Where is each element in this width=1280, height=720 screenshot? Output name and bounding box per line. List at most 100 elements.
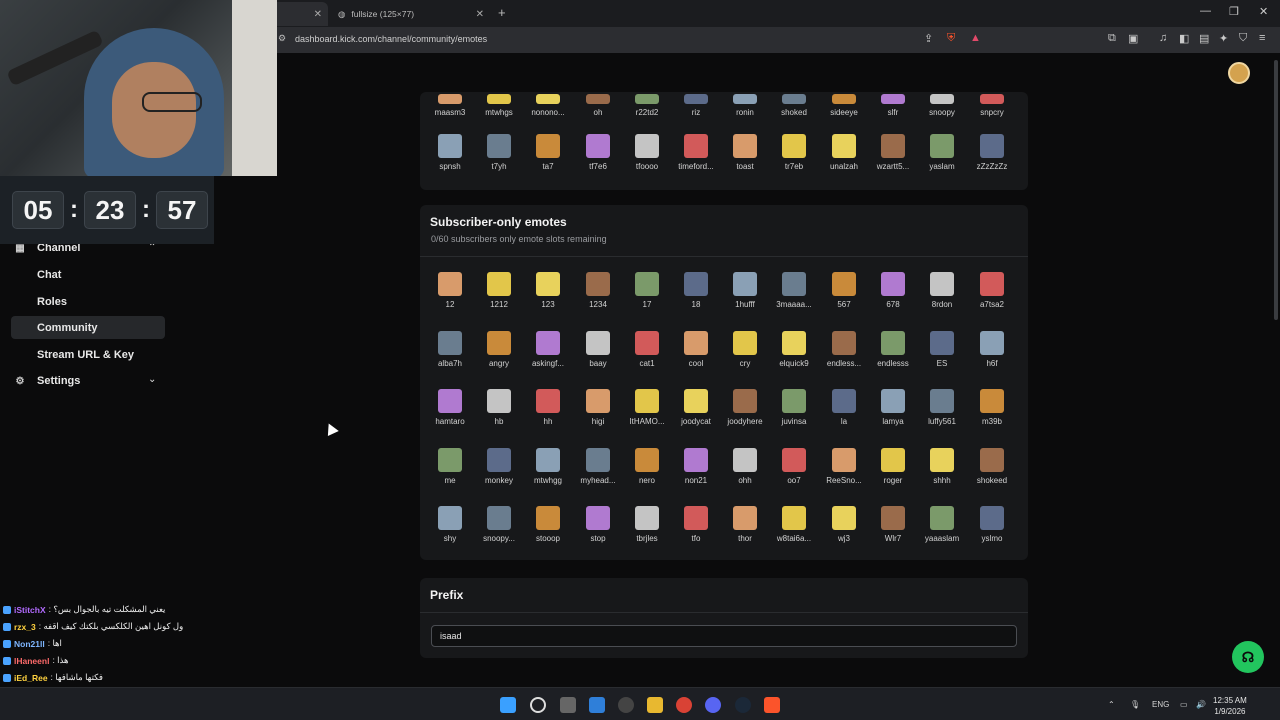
tab-fullsize[interactable]: ◍ fullsize (125×77) ✕ <box>330 2 490 26</box>
emote-item[interactable]: oh <box>574 80 622 117</box>
emote-item[interactable]: luffy561 <box>918 389 966 426</box>
close-icon[interactable]: ✕ <box>314 9 322 20</box>
brave-icon[interactable] <box>764 697 780 713</box>
emote-item[interactable]: 567 <box>820 272 868 309</box>
sidebar-item-settings[interactable]: ⚙ Settings <box>12 370 81 392</box>
tab-dashboard[interactable]: ✕ <box>268 2 328 26</box>
sidebar-item-stream-url[interactable]: Stream URL & Key <box>11 343 165 366</box>
chat-username[interactable]: Non21ll <box>14 639 45 649</box>
emote-item[interactable]: 3maaaa... <box>770 272 818 309</box>
chevron-up-icon[interactable]: ⌃ <box>1108 700 1115 709</box>
menu-icon[interactable]: ≡ <box>1259 32 1265 44</box>
sidebar-item-chat[interactable]: Chat <box>11 263 165 286</box>
emote-item[interactable]: monkey <box>475 448 523 485</box>
emote-item[interactable]: joodyhere <box>721 389 769 426</box>
store-icon[interactable] <box>589 697 605 713</box>
emote-item[interactable]: juvinsa <box>770 389 818 426</box>
chat-username[interactable]: iStitchX <box>14 605 46 615</box>
emote-item[interactable]: thor <box>721 506 769 543</box>
sidebar-item-community[interactable]: Community <box>11 316 165 339</box>
emote-item[interactable]: non21 <box>672 448 720 485</box>
emote-item[interactable]: myhead... <box>574 448 622 485</box>
emote-item[interactable]: toast <box>721 134 769 171</box>
emote-item[interactable]: me <box>426 448 474 485</box>
emote-item[interactable]: 8rdon <box>918 272 966 309</box>
emote-item[interactable]: unalzah <box>820 134 868 171</box>
emote-item[interactable]: joodycat <box>672 389 720 426</box>
emote-item[interactable]: ItHAMO... <box>623 389 671 426</box>
emote-item[interactable]: maasm3 <box>426 80 474 117</box>
volume-icon[interactable]: 🔊 <box>1196 700 1206 709</box>
emote-item[interactable]: cry <box>721 331 769 368</box>
emote-item[interactable]: spnsh <box>426 134 474 171</box>
emote-item[interactable]: 123 <box>524 272 572 309</box>
emote-item[interactable]: tfo <box>672 506 720 543</box>
emote-item[interactable]: stop <box>574 506 622 543</box>
system-clock[interactable]: 12:35 AM 1/9/2026 <box>1213 695 1247 717</box>
prefix-input[interactable] <box>431 625 1017 647</box>
site-settings-icon[interactable]: ⚙ <box>278 33 286 44</box>
emote-item[interactable]: snoopy <box>918 80 966 117</box>
emote-item[interactable]: 18 <box>672 272 720 309</box>
emote-item[interactable]: nero <box>623 448 671 485</box>
emote-item[interactable]: w8tai6a... <box>770 506 818 543</box>
start-icon[interactable] <box>500 697 516 713</box>
emote-item[interactable]: Wlr7 <box>869 506 917 543</box>
avatar[interactable] <box>1228 62 1250 84</box>
emote-item[interactable]: tr7eb <box>770 134 818 171</box>
emote-item[interactable]: hb <box>475 389 523 426</box>
emote-item[interactable]: tf7e6 <box>574 134 622 171</box>
emote-item[interactable]: askingf... <box>524 331 572 368</box>
emote-item[interactable]: baay <box>574 331 622 368</box>
emote-item[interactable]: m39b <box>968 389 1016 426</box>
url-text[interactable]: dashboard.kick.com/channel/community/emo… <box>295 34 487 44</box>
scrollbar[interactable] <box>1274 60 1278 320</box>
emote-item[interactable]: cool <box>672 331 720 368</box>
emote-item[interactable]: alba7h <box>426 331 474 368</box>
emote-item[interactable]: wj3 <box>820 506 868 543</box>
share-icon[interactable]: ⇪ <box>924 32 933 45</box>
vpn-icon[interactable]: ⛉ <box>1239 32 1247 45</box>
emote-item[interactable]: yaaaslam <box>918 506 966 543</box>
emote-item[interactable]: shoked <box>770 80 818 117</box>
screenshot-icon[interactable]: ▣ <box>1128 32 1138 45</box>
emote-item[interactable]: ES <box>918 331 966 368</box>
close-icon[interactable]: ✕ <box>476 9 484 20</box>
emote-item[interactable]: 1234 <box>574 272 622 309</box>
emote-item[interactable]: t7yh <box>475 134 523 171</box>
emote-item[interactable]: 17 <box>623 272 671 309</box>
emote-item[interactable]: hh <box>524 389 572 426</box>
emote-item[interactable]: la <box>820 389 868 426</box>
emote-item[interactable]: cat1 <box>623 331 671 368</box>
brave-shield-icon[interactable]: ⛨ <box>947 32 955 45</box>
folder-icon[interactable] <box>647 697 663 713</box>
emote-item[interactable]: wzartt5... <box>869 134 917 171</box>
network-icon[interactable]: ▭ <box>1180 700 1188 709</box>
chevron-down-icon[interactable]: ⌄ <box>148 374 156 385</box>
emote-item[interactable]: elquick9 <box>770 331 818 368</box>
sidebar-icon[interactable]: ◧ <box>1179 32 1189 45</box>
obs-icon[interactable] <box>618 697 634 713</box>
emote-item[interactable]: shokeed <box>968 448 1016 485</box>
emote-item[interactable]: stooop <box>524 506 572 543</box>
emote-item[interactable]: oo7 <box>770 448 818 485</box>
chat-username[interactable]: rzx_3 <box>14 622 36 632</box>
language-indicator[interactable]: ENG <box>1152 700 1169 709</box>
emote-item[interactable]: ohh <box>721 448 769 485</box>
emote-item[interactable]: ta7 <box>524 134 572 171</box>
emote-item[interactable]: lamya <box>869 389 917 426</box>
emote-item[interactable]: 1212 <box>475 272 523 309</box>
emote-item[interactable]: timeford... <box>672 134 720 171</box>
emote-item[interactable]: angry <box>475 331 523 368</box>
emote-item[interactable]: 678 <box>869 272 917 309</box>
emote-item[interactable]: snoopy... <box>475 506 523 543</box>
emote-item[interactable]: 1hufff <box>721 272 769 309</box>
discord-icon[interactable] <box>705 697 721 713</box>
new-tab-icon[interactable]: + <box>498 5 506 20</box>
support-chat-button[interactable]: ☊ <box>1232 641 1264 673</box>
emote-item[interactable]: a7tsa2 <box>968 272 1016 309</box>
emote-item[interactable]: hamtaro <box>426 389 474 426</box>
chrome-icon[interactable] <box>676 697 692 713</box>
search-icon[interactable] <box>530 697 546 713</box>
emote-item[interactable]: higi <box>574 389 622 426</box>
